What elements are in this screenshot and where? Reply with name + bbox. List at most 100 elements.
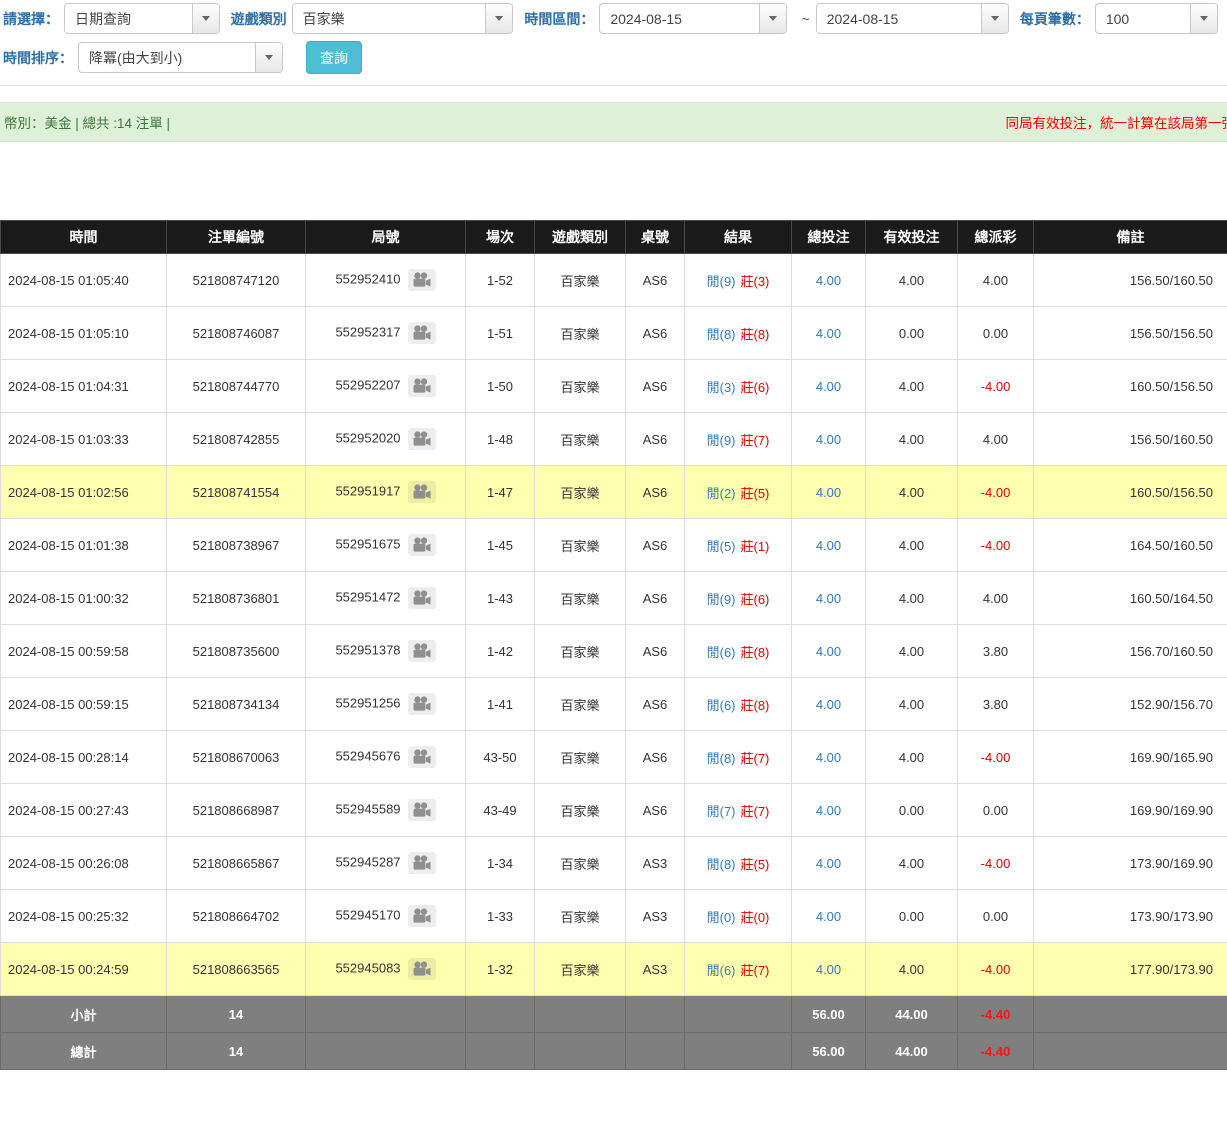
video-replay-icon[interactable] [408,534,436,556]
round-id-text: 552952317 [335,324,400,339]
cell-valid-bet: 4.00 [866,678,958,731]
player-result: 閒(3) [707,380,736,395]
chevron-down-icon[interactable] [255,43,282,72]
cell-bet-id: 521808668987 [167,784,306,837]
sort-value: 降冪(由大到小) [79,48,192,68]
game-type-select[interactable]: 百家樂 [292,3,514,34]
date-from-value: 2024-08-15 [600,11,692,27]
cell-game-type: 百家樂 [535,307,626,360]
cell-table-no: AS6 [626,466,685,519]
sort-select[interactable]: 降冪(由大到小) [78,42,283,73]
video-replay-icon[interactable] [408,905,436,927]
cell-session: 1-48 [466,413,535,466]
cell-round-id: 552945676 [306,731,466,784]
total-bet-link[interactable]: 4.00 [816,697,841,712]
video-replay-icon[interactable] [408,587,436,609]
subtotal-count: 14 [167,996,306,1033]
video-replay-icon[interactable] [408,375,436,397]
player-result: 閒(8) [707,857,736,872]
chevron-down-icon[interactable] [192,4,219,33]
cell-session: 43-49 [466,784,535,837]
cell-payout: 4.00 [958,572,1034,625]
cell-valid-bet: 4.00 [866,466,958,519]
video-replay-icon[interactable] [408,428,436,450]
subtotal-valid-bet: 44.00 [866,996,958,1033]
total-bet-link[interactable]: 4.00 [816,909,841,924]
cell-bet-id: 521808742855 [167,413,306,466]
total-bet-link[interactable]: 4.00 [816,750,841,765]
caret-icon [769,16,777,21]
chevron-down-icon[interactable] [1190,4,1217,33]
banker-result: 莊(6) [741,592,770,607]
total-bet-link[interactable]: 4.00 [816,326,841,341]
cell-valid-bet: 4.00 [866,413,958,466]
cell-bet-id: 521808735600 [167,625,306,678]
banker-result: 莊(7) [741,751,770,766]
cell-table-no: AS6 [626,519,685,572]
cell-valid-bet: 4.00 [866,360,958,413]
cell-payout: -4.00 [958,731,1034,784]
cell-time: 2024-08-15 01:04:31 [1,360,167,413]
cell-payout: -4.00 [958,943,1034,996]
footer-empty-cell [626,1033,685,1070]
info-bar: 幣別：美金 | 總共 :14 注單 | 同局有效投注，統一計算在該局第一張 [0,102,1227,142]
chevron-down-icon[interactable] [485,4,512,33]
date-query-select[interactable]: 日期查詢 [64,3,220,34]
total-bet-link[interactable]: 4.00 [816,962,841,977]
video-replay-icon[interactable] [408,746,436,768]
total-bet-link[interactable]: 4.00 [816,591,841,606]
total-bet-link[interactable]: 4.00 [816,856,841,871]
table-row: 2024-08-15 01:05:10 521808746087 5529523… [1,307,1227,360]
video-replay-icon[interactable] [408,799,436,821]
video-replay-icon[interactable] [408,322,436,344]
cell-table-no: AS6 [626,360,685,413]
cell-result: 閒(8)莊(7) [685,731,792,784]
total-bet-link[interactable]: 4.00 [816,644,841,659]
video-replay-icon[interactable] [408,481,436,503]
video-replay-icon[interactable] [408,693,436,715]
cell-payout: 3.80 [958,678,1034,731]
round-id-text: 552945287 [335,854,400,869]
caret-icon [495,16,503,21]
cell-time: 2024-08-15 01:01:38 [1,519,167,572]
cell-bet-id: 521808663565 [167,943,306,996]
total-bet-link[interactable]: 4.00 [816,803,841,818]
player-result: 閒(8) [707,327,736,342]
cell-game-type: 百家樂 [535,625,626,678]
video-replay-icon[interactable] [408,269,436,291]
video-replay-icon[interactable] [408,640,436,662]
chevron-down-icon[interactable] [981,4,1008,33]
page-size-select[interactable]: 100 [1095,3,1218,34]
total-bet-link[interactable]: 4.00 [816,538,841,553]
date-query-value: 日期查詢 [65,9,141,29]
cell-table-no: AS6 [626,784,685,837]
col-table-no: 桌號 [626,221,685,254]
cell-game-type: 百家樂 [535,943,626,996]
cell-time: 2024-08-15 01:05:10 [1,307,167,360]
bet-records-table: 時間 注單編號 局號 場次 遊戲類別 桌號 結果 總投注 有效投注 總派彩 備註… [0,220,1227,1070]
player-result: 閒(9) [707,274,736,289]
date-from-select[interactable]: 2024-08-15 [599,3,786,34]
round-id-text: 552952020 [335,430,400,445]
date-to-select[interactable]: 2024-08-15 [816,3,1009,34]
cell-total-bet: 4.00 [792,307,866,360]
footer-empty-cell [466,1033,535,1070]
total-bet-link[interactable]: 4.00 [816,485,841,500]
search-button[interactable]: 查詢 [306,41,362,74]
total-bet-link[interactable]: 4.00 [816,432,841,447]
table-row: 2024-08-15 01:05:40 521808747120 5529524… [1,254,1227,307]
video-replay-icon[interactable] [408,852,436,874]
cell-note: 164.50/160.50 [1034,519,1227,572]
chevron-down-icon[interactable] [759,4,786,33]
round-id-text: 552952410 [335,271,400,286]
total-bet-link[interactable]: 4.00 [816,379,841,394]
cell-session: 1-32 [466,943,535,996]
cell-session: 1-51 [466,307,535,360]
cell-result: 閒(3)莊(6) [685,360,792,413]
cell-payout: 4.00 [958,413,1034,466]
cell-game-type: 百家樂 [535,678,626,731]
cell-valid-bet: 4.00 [866,943,958,996]
video-replay-icon[interactable] [408,958,436,980]
cell-time: 2024-08-15 00:28:14 [1,731,167,784]
total-bet-link[interactable]: 4.00 [816,273,841,288]
